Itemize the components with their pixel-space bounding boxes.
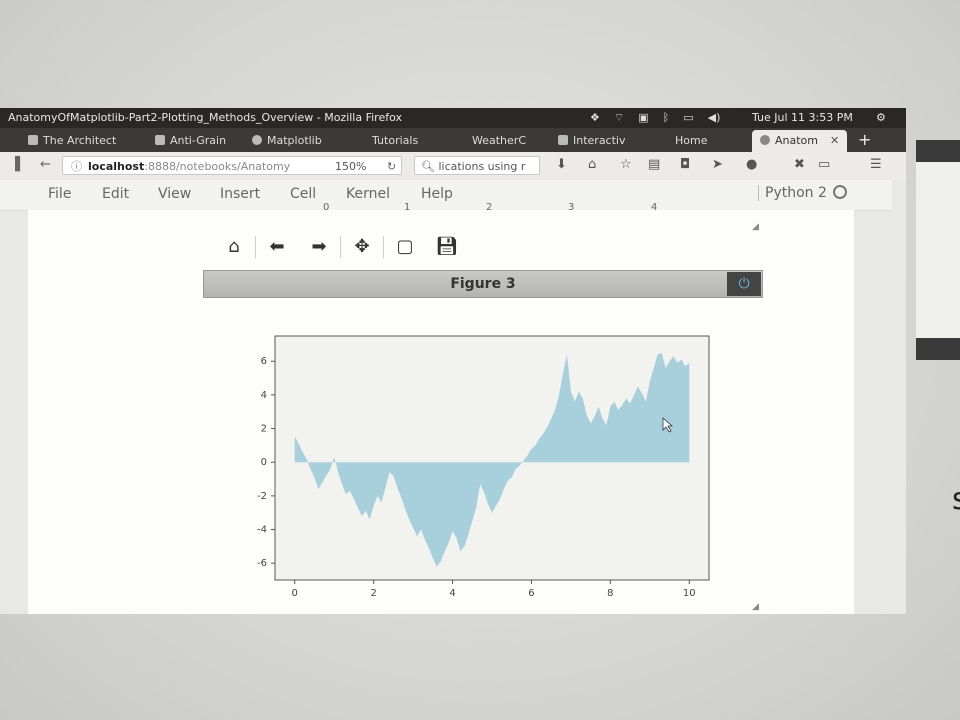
x-tick-label: 4	[449, 588, 455, 599]
y-tick-label: 6	[261, 356, 267, 367]
x-tick-label: 2	[370, 588, 376, 599]
y-tick-label: -2	[257, 491, 267, 502]
x-tick-label: 6	[528, 588, 534, 599]
x-tick-label: 0	[292, 588, 298, 599]
area-chart: 0 2 4 6 8 10 6 4 2 0 -2 -4 -6	[257, 335, 710, 599]
y-tick-label: 0	[261, 457, 267, 468]
y-tick-label: 4	[261, 390, 267, 401]
x-tick-label: 10	[683, 588, 696, 599]
y-tick-label: 2	[261, 424, 267, 435]
y-tick-label: -4	[257, 525, 267, 536]
y-tick-label: -6	[257, 558, 267, 569]
x-tick-label: 8	[607, 588, 613, 599]
